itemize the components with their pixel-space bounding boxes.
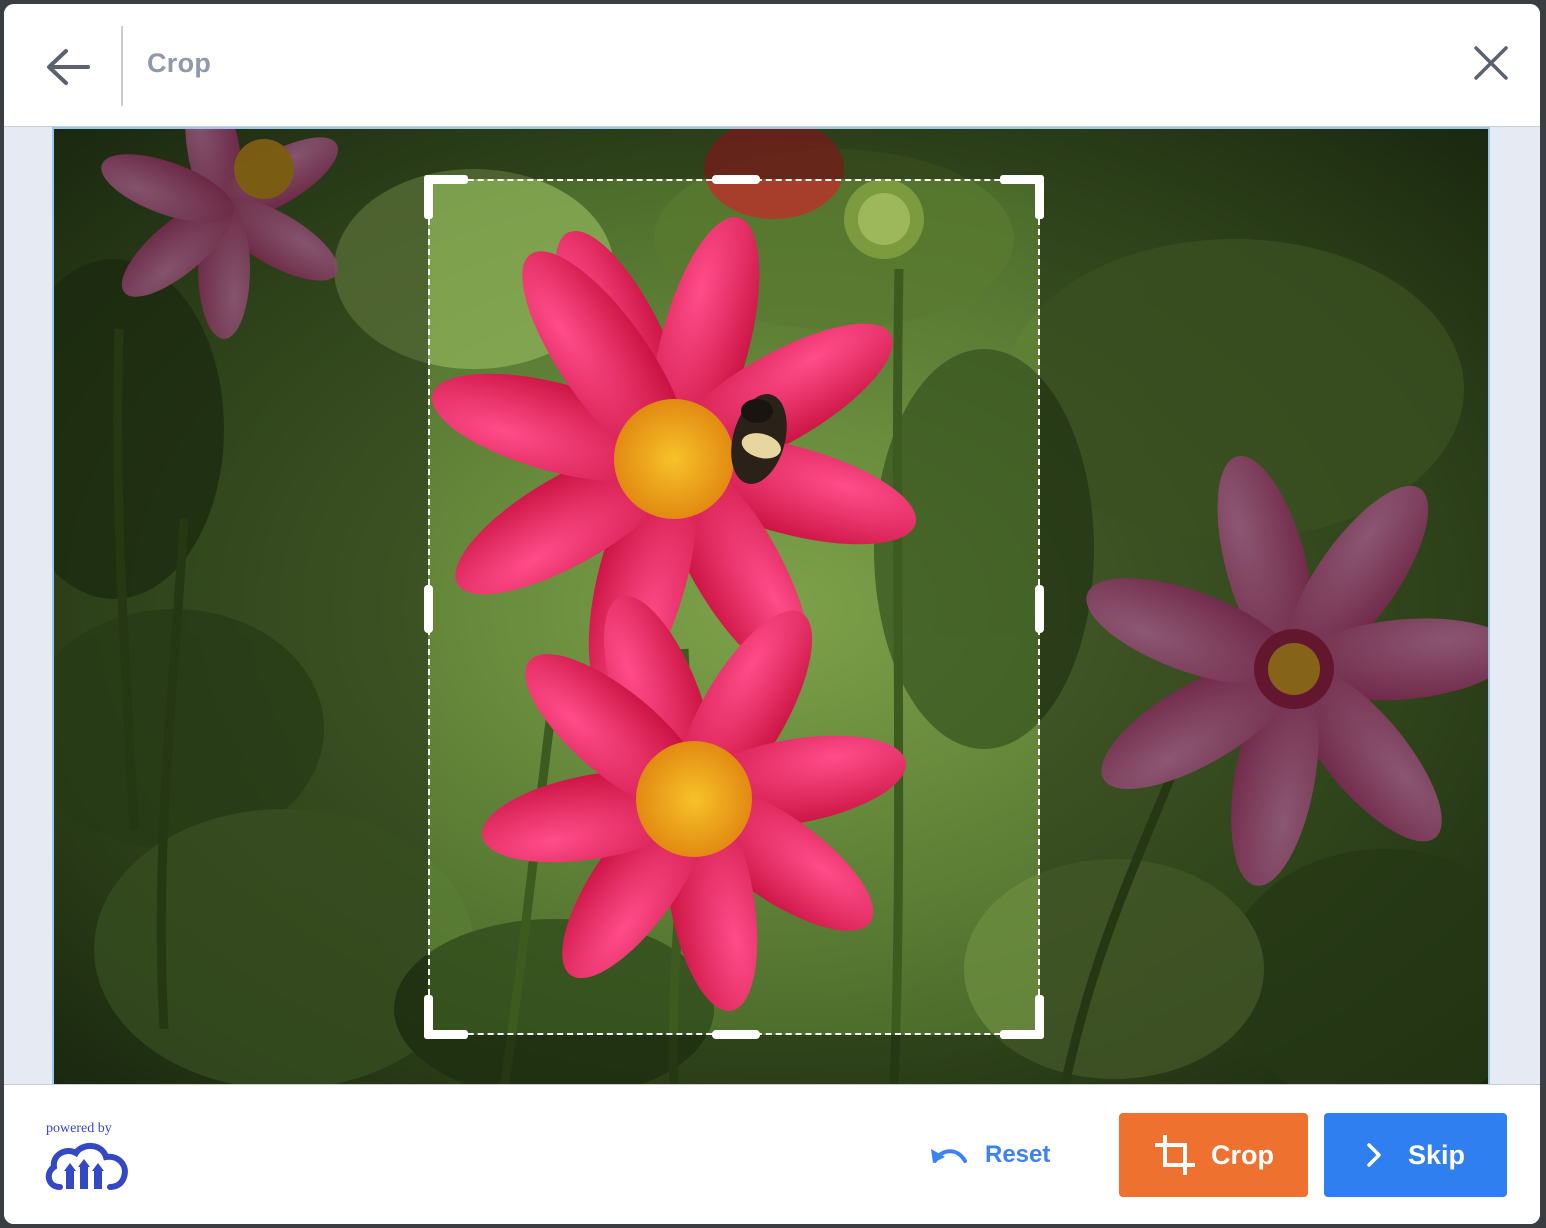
crop-handle-bottom-right[interactable] xyxy=(1000,995,1044,1039)
close-icon xyxy=(1474,46,1508,80)
skip-label: Skip xyxy=(1407,1139,1466,1170)
skip-button[interactable]: Skip xyxy=(1324,1113,1507,1197)
powered-by-link[interactable]: powered by xyxy=(44,1121,130,1196)
crop-handle-left[interactable] xyxy=(424,585,433,633)
crop-button[interactable]: Crop xyxy=(1119,1113,1308,1197)
crop-stage xyxy=(4,127,1540,1084)
photo-canvas xyxy=(52,127,1490,1084)
crop-label: Crop xyxy=(1211,1139,1274,1170)
crop-handle-top-right[interactable] xyxy=(1000,175,1044,219)
dialog-header: Crop xyxy=(4,4,1540,127)
close-button[interactable] xyxy=(1460,32,1522,94)
crop-selection[interactable] xyxy=(424,175,1044,1039)
reset-button[interactable]: Reset xyxy=(929,1133,1050,1177)
crop-handle-bottom-left[interactable] xyxy=(424,995,468,1039)
undo-icon xyxy=(931,1149,967,1163)
crop-handle-right[interactable] xyxy=(1035,585,1044,633)
reset-label: Reset xyxy=(985,1141,1051,1168)
crop-icon xyxy=(1155,1135,1195,1175)
dialog-footer: powered by Reset Crop Skip xyxy=(4,1084,1540,1224)
crop-handle-top-left[interactable] xyxy=(424,175,468,219)
header-divider xyxy=(121,26,123,106)
page-title: Crop xyxy=(147,48,212,78)
arrow-left-icon xyxy=(47,49,90,85)
back-button[interactable] xyxy=(36,36,98,98)
crop-dialog: Crop powered by Reset Crop Skip xyxy=(4,4,1540,1224)
crop-handle-bottom[interactable] xyxy=(712,1030,760,1039)
crop-handle-top[interactable] xyxy=(712,175,760,184)
cloudinary-logo xyxy=(45,1143,128,1190)
chevron-right-icon xyxy=(1367,1143,1381,1167)
powered-by-text: powered by xyxy=(46,1121,112,1136)
